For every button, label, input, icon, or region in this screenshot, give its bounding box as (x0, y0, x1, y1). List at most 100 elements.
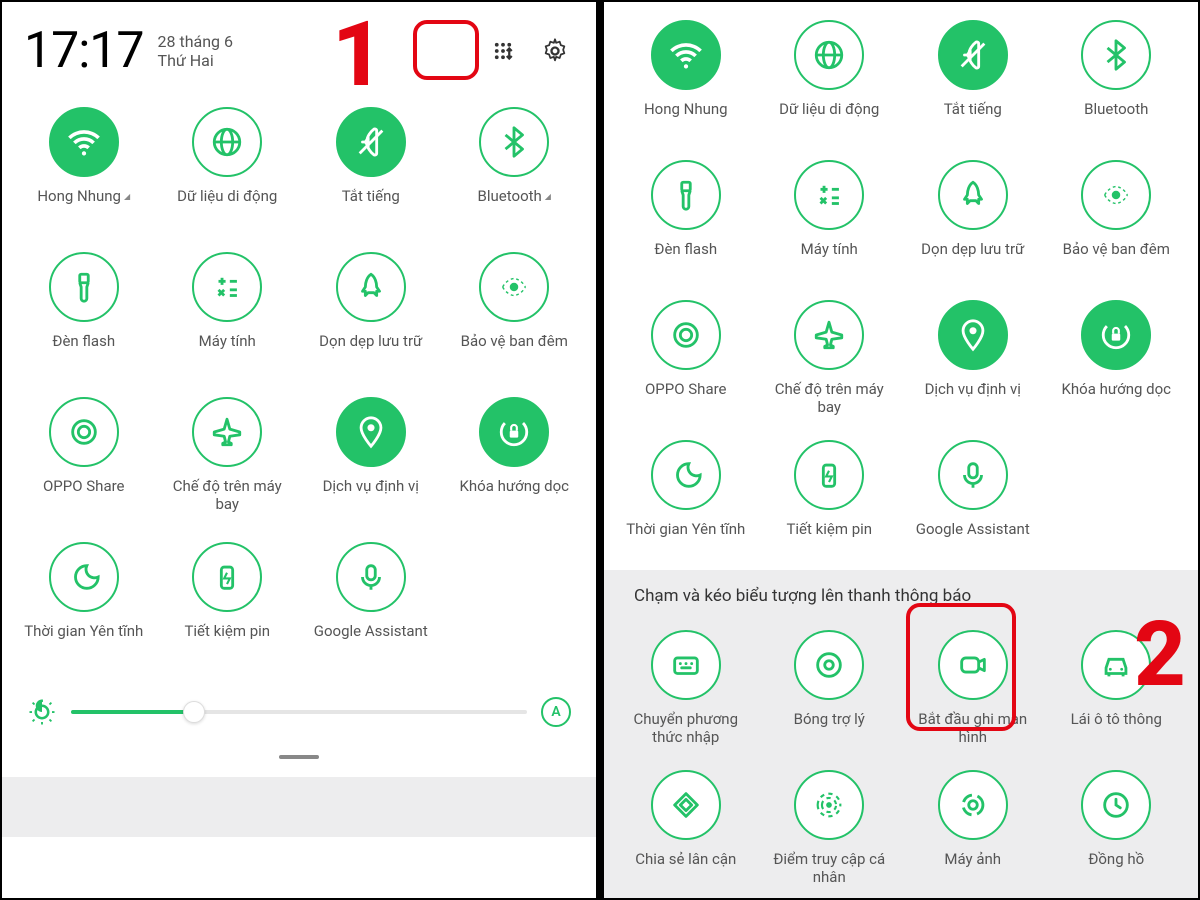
toggle-item[interactable]: Điểm truy cập cá nhân (758, 770, 902, 898)
flashlight-icon[interactable] (651, 160, 721, 230)
bluetooth-icon[interactable] (479, 107, 549, 177)
toggle-label: Chuyển phương thức nhập (614, 710, 758, 746)
settings-button[interactable] (536, 32, 574, 70)
toggle-item[interactable]: Tiết kiệm pin (758, 440, 902, 570)
toggle-item[interactable]: Khóa hướng dọc (1045, 300, 1189, 430)
toggle-item[interactable]: Máy ảnh (901, 770, 1045, 898)
toggle-item[interactable]: OPPO Share (614, 300, 758, 430)
calculator-icon[interactable] (794, 160, 864, 230)
nearby-share-icon[interactable] (651, 770, 721, 840)
toggle-label: Khóa hướng dọc (455, 477, 573, 495)
toggle-item[interactable]: Máy tính (758, 160, 902, 290)
toggle-label: Tiết kiệm pin (180, 622, 274, 640)
toggle-label: Google Assistant (310, 622, 432, 640)
toggle-label: Hong Nhung (640, 100, 732, 118)
toggle-item[interactable]: Bảo vệ ban đêm (443, 252, 587, 387)
camera-icon[interactable] (938, 770, 1008, 840)
record-icon[interactable] (794, 630, 864, 700)
toggle-item[interactable]: Tắt tiếng (299, 107, 443, 242)
toggle-item[interactable]: Máy tính (156, 252, 300, 387)
brightness-thumb[interactable] (183, 701, 205, 723)
airplane-icon[interactable] (794, 300, 864, 370)
toggle-label: Máy tính (797, 240, 862, 258)
mute-icon[interactable] (938, 20, 1008, 90)
night-shield-icon[interactable] (1081, 160, 1151, 230)
clock: 17:17 (24, 22, 144, 80)
toggle-item[interactable]: OPPO Share (12, 397, 156, 532)
oppo-share-icon[interactable] (651, 300, 721, 370)
toggle-item[interactable]: Google Assistant (901, 440, 1045, 570)
toggle-label: Máy ảnh (940, 850, 1005, 868)
toggle-label: Dịch vụ định vị (921, 380, 1025, 398)
moon-icon[interactable] (49, 542, 119, 612)
screenshot-step-1: 17:17 28 tháng 6 Thứ Hai Hong NhungDữ li… (2, 2, 596, 898)
oppo-share-icon[interactable] (49, 397, 119, 467)
flashlight-icon[interactable] (49, 252, 119, 322)
rotation-lock-icon[interactable] (1081, 300, 1151, 370)
toggle-item[interactable]: Đèn flash (12, 252, 156, 387)
screenshot-step-2: Hong Nhung Dữ liệu di động Tắt tiếngBlueto… (604, 2, 1198, 898)
toggle-item[interactable]: Khóa hướng dọc (443, 397, 587, 532)
toggle-item[interactable]: Hong Nhung (12, 107, 156, 242)
toggle-label: Bảo vệ ban đêm (1059, 240, 1174, 258)
toggle-label: OPPO Share (641, 380, 731, 398)
wifi-icon[interactable] (651, 20, 721, 90)
toggle-label: Google Assistant (912, 520, 1034, 538)
battery-saver-icon[interactable] (192, 542, 262, 612)
microphone-icon[interactable] (336, 542, 406, 612)
toggle-item[interactable]: Tiết kiệm pin (156, 542, 300, 677)
airplane-icon[interactable] (192, 397, 262, 467)
toggle-item[interactable]: Bóng trợ lý (758, 630, 902, 760)
toggle-item[interactable]: Dữ liệu di động (156, 107, 300, 242)
brightness-slider[interactable] (71, 710, 527, 714)
night-shield-icon[interactable] (479, 252, 549, 322)
toggle-item[interactable]: Đồng hồ (1045, 770, 1189, 898)
rotation-lock-icon[interactable] (479, 397, 549, 467)
toggle-item[interactable]: Chuyển phương thức nhập (614, 630, 758, 760)
location-icon[interactable] (938, 300, 1008, 370)
keyboard-icon[interactable] (651, 630, 721, 700)
toggle-item[interactable]: Chế độ trên máy bay (758, 300, 902, 430)
toggle-item[interactable]: Bluetooth (1045, 20, 1189, 150)
toggle-item[interactable]: Dịch vụ định vị (901, 300, 1045, 430)
toggle-item[interactable]: Đèn flash (614, 160, 758, 290)
reorder-toggles-button[interactable] (484, 32, 522, 70)
clock-icon[interactable] (1081, 770, 1151, 840)
mute-icon[interactable] (336, 107, 406, 177)
calculator-icon[interactable] (192, 252, 262, 322)
inactive-toggles-zone: Chạm và kéo biểu tượng lên thanh thông b… (604, 570, 1198, 898)
toggle-item[interactable]: Bluetooth (443, 107, 587, 242)
cleanup-icon[interactable] (938, 160, 1008, 230)
toggle-item[interactable]: Google Assistant (299, 542, 443, 677)
toggle-label: Đèn flash (650, 240, 721, 258)
brightness-icon (27, 697, 57, 727)
moon-icon[interactable] (651, 440, 721, 510)
battery-saver-icon[interactable] (794, 440, 864, 510)
location-icon[interactable] (336, 397, 406, 467)
toggle-item[interactable]: Chia sẻ lân cận (614, 770, 758, 898)
toggle-item[interactable]: Dịch vụ định vị (299, 397, 443, 532)
toggle-label: Chế độ trên máy bay (156, 477, 300, 513)
toggle-item[interactable]: Dọn dẹp lưu trữ (901, 160, 1045, 290)
toggle-item[interactable]: Thời gian Yên tĩnh (12, 542, 156, 677)
globe-icon[interactable] (794, 20, 864, 90)
toggle-label: Chế độ trên máy bay (758, 380, 902, 416)
annotation-highlight-2 (906, 603, 1016, 731)
toggle-item[interactable]: Bảo vệ ban đêm (1045, 160, 1189, 290)
toggle-item[interactable]: Chế độ trên máy bay (156, 397, 300, 532)
cleanup-icon[interactable] (336, 252, 406, 322)
toggle-item[interactable]: Tắt tiếng (901, 20, 1045, 150)
toggle-label: Dữ liệu di động (775, 100, 883, 118)
panel-drag-handle[interactable] (279, 755, 319, 759)
toggle-item[interactable]: Thời gian Yên tĩnh (614, 440, 758, 570)
wifi-icon[interactable] (49, 107, 119, 177)
toggle-label: Máy tính (195, 332, 260, 350)
toggle-item[interactable]: Dọn dẹp lưu trữ (299, 252, 443, 387)
toggle-item[interactable]: Hong Nhung (614, 20, 758, 150)
hotspot-icon[interactable] (794, 770, 864, 840)
toggle-item[interactable]: Dữ liệu di động (758, 20, 902, 150)
microphone-icon[interactable] (938, 440, 1008, 510)
bluetooth-icon[interactable] (1081, 20, 1151, 90)
auto-brightness-button[interactable]: A (541, 697, 571, 727)
globe-icon[interactable] (192, 107, 262, 177)
